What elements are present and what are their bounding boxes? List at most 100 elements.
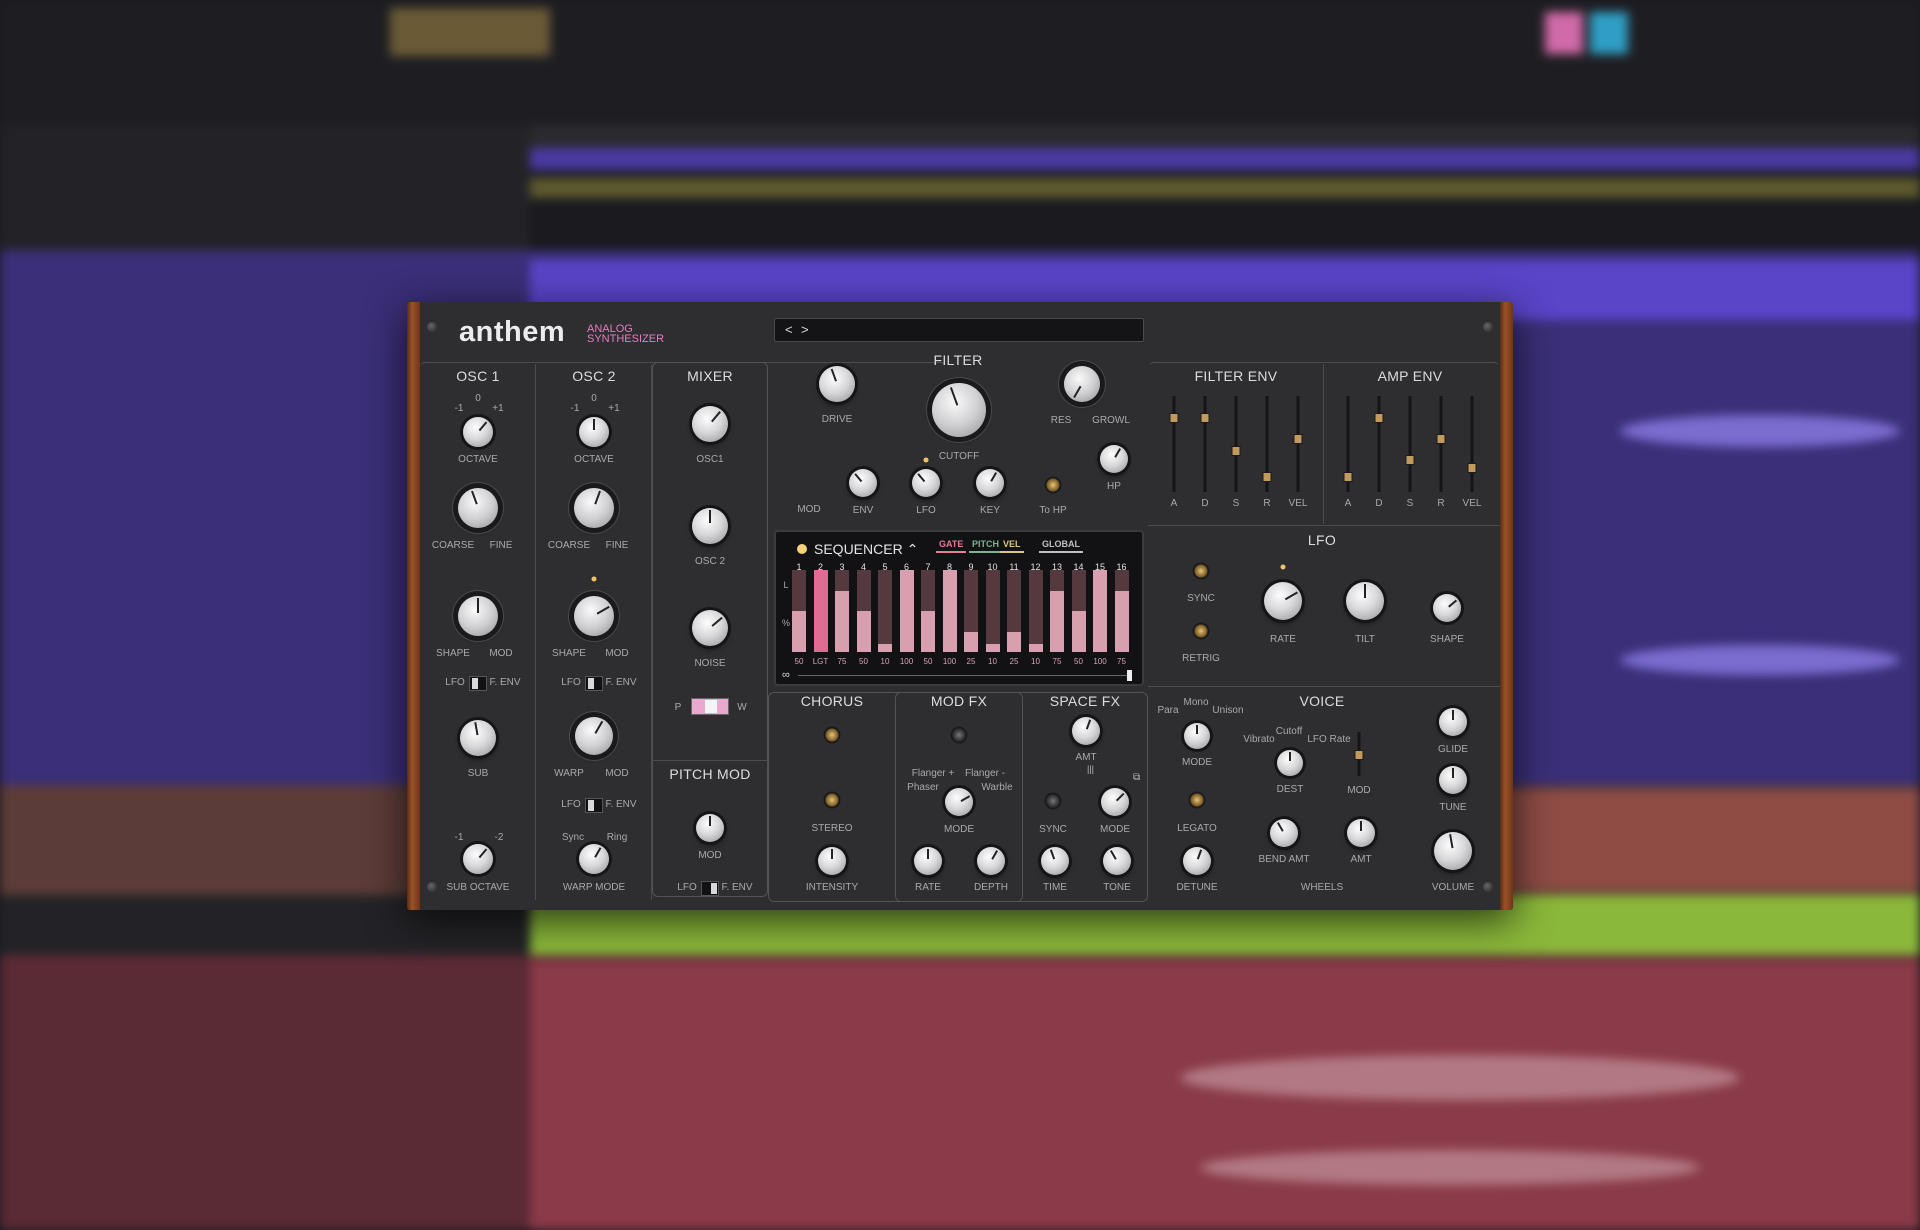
osc2-lfo-fenv-switch[interactable] xyxy=(585,676,603,691)
osc1-octave-switch[interactable] xyxy=(463,417,493,447)
filter-env-s-fader[interactable] xyxy=(1231,396,1241,492)
spacefx-time-knob[interactable] xyxy=(1041,847,1069,875)
osc1-mod-label: MOD xyxy=(489,648,513,659)
preset-next-button[interactable]: > xyxy=(801,322,809,337)
sequencer-step-bar[interactable] xyxy=(942,570,957,652)
voice-bend-amt-knob[interactable] xyxy=(1270,819,1298,847)
osc1-sub-knob[interactable] xyxy=(460,720,496,756)
osc2-coarse-knob[interactable] xyxy=(574,488,614,528)
amp-env-d-fader[interactable] xyxy=(1374,396,1384,492)
sequencer-step-bar[interactable] xyxy=(985,570,1000,652)
lfo-retrig-button[interactable] xyxy=(1194,624,1208,638)
sequencer-step-fill xyxy=(1071,611,1086,652)
pitchmod-lfo-fenv-switch[interactable] xyxy=(701,881,719,896)
sequencer-step-bar[interactable] xyxy=(1050,570,1064,652)
sequencer-step-bar[interactable] xyxy=(878,570,892,652)
osc2-warp-knob[interactable] xyxy=(575,717,613,755)
sequencer-tab-global[interactable]: GLOBAL xyxy=(1039,539,1083,553)
voice-dest-switch[interactable] xyxy=(1277,750,1303,776)
modfx-title: MOD FX xyxy=(930,693,988,709)
filter-env-d-fader[interactable] xyxy=(1200,396,1210,492)
filter-res-knob[interactable] xyxy=(1064,366,1100,402)
osc2-shape-knob[interactable] xyxy=(574,596,614,636)
sequencer-tab-vel[interactable]: VEL xyxy=(1000,539,1024,553)
filter-env-r-fader[interactable] xyxy=(1262,396,1272,492)
sequencer-step-bar[interactable] xyxy=(1028,570,1043,652)
filter-env-knob[interactable] xyxy=(849,469,877,497)
voice-volume-knob[interactable] xyxy=(1434,832,1472,870)
osc2-warp-mode-switch[interactable] xyxy=(579,844,609,874)
voice-glide-knob[interactable] xyxy=(1439,708,1467,736)
spacefx-amt-knob[interactable] xyxy=(1072,717,1100,745)
sequencer-percent-label: % xyxy=(781,618,791,628)
osc2-octave-switch[interactable] xyxy=(579,417,609,447)
voice-tune-knob[interactable] xyxy=(1439,766,1467,794)
mixer-osc2-knob[interactable] xyxy=(692,508,728,544)
sequencer-step-bar[interactable] xyxy=(964,570,978,652)
filter-hp-knob[interactable] xyxy=(1100,445,1128,473)
sequencer-step-bar[interactable] xyxy=(856,570,871,652)
amp-env-a-fader[interactable] xyxy=(1343,396,1353,492)
filter-env-vel-fader[interactable] xyxy=(1293,396,1303,492)
preset-bar[interactable]: < > xyxy=(774,318,1144,342)
spacefx-mode-switch[interactable] xyxy=(1101,788,1129,816)
osc1-lfo-fenv-switch[interactable] xyxy=(469,676,487,691)
filter-to-hp-button[interactable] xyxy=(1046,478,1060,492)
chorus-stereo-button[interactable] xyxy=(825,793,839,807)
voice-mode-switch[interactable] xyxy=(1184,723,1210,749)
filter-cutoff-knob[interactable] xyxy=(932,383,986,437)
sequencer-step-bar[interactable] xyxy=(899,570,914,652)
amp-env-s-fader[interactable] xyxy=(1405,396,1415,492)
mixer-noise-color-switch[interactable] xyxy=(691,698,729,715)
voice-detune-knob[interactable] xyxy=(1183,847,1211,875)
sequencer-step-value: 10 xyxy=(1031,657,1040,666)
sequencer-step-bar[interactable] xyxy=(835,570,849,652)
sequencer-power-led[interactable] xyxy=(797,544,807,554)
lfo-tilt-knob[interactable] xyxy=(1346,582,1384,620)
osc2-warp-lfo-fenv-switch[interactable] xyxy=(585,798,603,813)
filter-key-knob[interactable] xyxy=(976,469,1004,497)
lfo-sync-button[interactable] xyxy=(1194,564,1208,578)
filter-drive-knob[interactable] xyxy=(819,366,855,402)
modfx-power-button[interactable] xyxy=(952,728,966,742)
modfx-depth-knob[interactable] xyxy=(977,847,1005,875)
voice-amt-knob[interactable] xyxy=(1347,819,1375,847)
sequencer-tab-pitch[interactable]: PITCH xyxy=(969,539,1002,553)
sequencer-step-bar[interactable] xyxy=(1093,570,1107,652)
amp-env-r-fader[interactable] xyxy=(1436,396,1446,492)
voice-mod-fader[interactable] xyxy=(1354,732,1364,776)
mixer-osc1-knob[interactable] xyxy=(692,406,728,442)
sequencer-step-bar[interactable] xyxy=(1114,570,1129,652)
pitchmod-mod-knob[interactable] xyxy=(696,814,724,842)
sequencer-step-bar[interactable] xyxy=(792,570,806,652)
osc1-shape-knob[interactable] xyxy=(458,596,498,636)
lfo-rate-knob[interactable] xyxy=(1264,582,1302,620)
sequencer-step-bar[interactable] xyxy=(813,570,828,652)
sequencer-scroll-handle[interactable] xyxy=(1127,670,1132,681)
mixer-noise-knob[interactable] xyxy=(692,610,728,646)
filter-lfo-knob[interactable] xyxy=(912,469,940,497)
modfx-mode-switch[interactable] xyxy=(945,788,973,816)
spacefx-tone-knob[interactable] xyxy=(1103,847,1131,875)
amp-env-vel-fader[interactable] xyxy=(1467,396,1477,492)
osc1-sub-octave-switch[interactable] xyxy=(463,844,493,874)
sequencer-step-value: 75 xyxy=(1052,657,1062,666)
chorus-intensity-knob[interactable] xyxy=(818,847,846,875)
voice-legato-button[interactable] xyxy=(1190,793,1204,807)
preset-prev-button[interactable]: < xyxy=(785,322,793,337)
sequencer-step-value: 50 xyxy=(1074,657,1083,666)
osc1-coarse-knob[interactable] xyxy=(458,488,498,528)
sequencer-step-bar[interactable] xyxy=(1007,570,1021,652)
sequencer-tab-gate[interactable]: GATE xyxy=(936,539,967,553)
sequencer-step-bar[interactable] xyxy=(1071,570,1086,652)
modfx-rate-knob[interactable] xyxy=(914,847,942,875)
filter-env-a-fader[interactable] xyxy=(1169,396,1179,492)
spacefx-sync-button[interactable] xyxy=(1046,794,1060,808)
filter-to-hp-label: To HP xyxy=(1039,505,1067,516)
sequencer-title[interactable]: SEQUENCER ⌃ xyxy=(814,541,918,558)
lfo-title: LFO xyxy=(1307,532,1337,548)
sequencer-step-bar[interactable] xyxy=(921,570,935,652)
lfo-shape-switch[interactable] xyxy=(1433,594,1461,622)
chorus-power-button[interactable] xyxy=(825,728,839,742)
link-icon[interactable]: ∞ xyxy=(782,669,790,681)
